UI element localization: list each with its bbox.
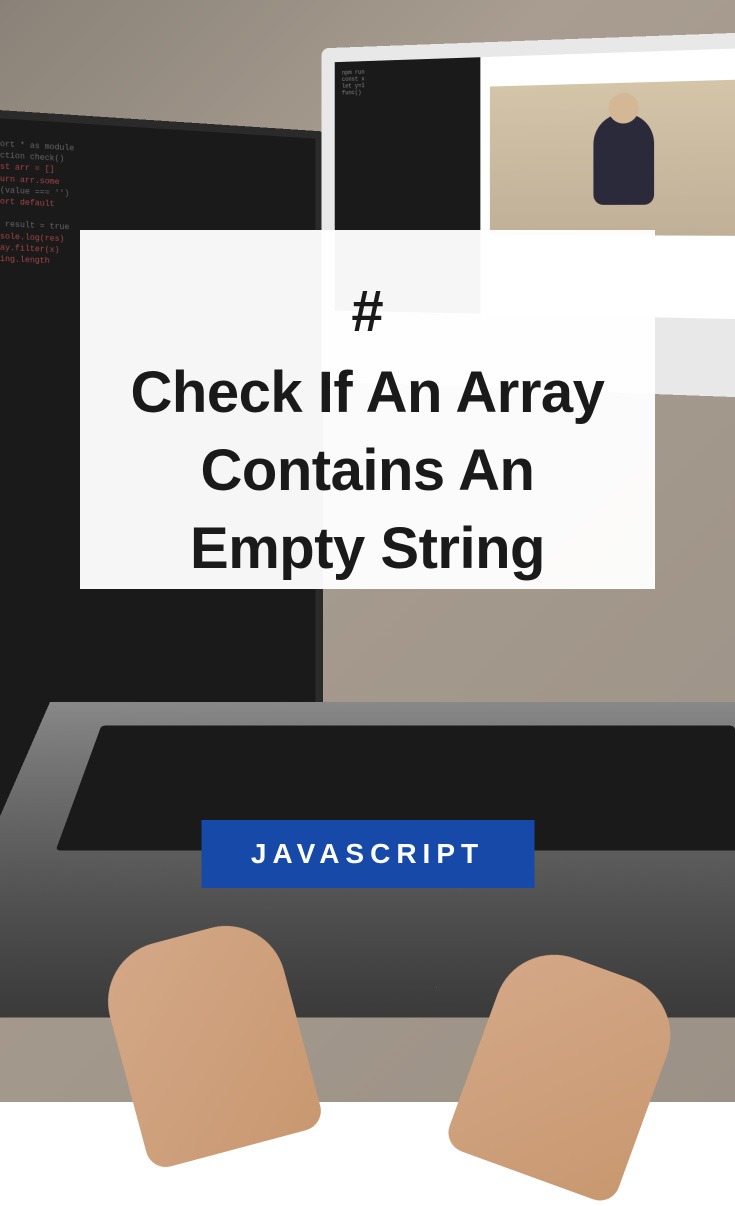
category-badge: JAVASCRIPT bbox=[201, 820, 534, 888]
person-photo bbox=[593, 113, 654, 205]
article-title: Check If An Array Contains An Empty Stri… bbox=[110, 354, 625, 589]
browser-photo bbox=[489, 79, 735, 236]
person-head bbox=[608, 93, 638, 124]
title-card: # Check If An Array Contains An Empty St… bbox=[80, 230, 655, 589]
hash-symbol: # bbox=[110, 280, 625, 344]
